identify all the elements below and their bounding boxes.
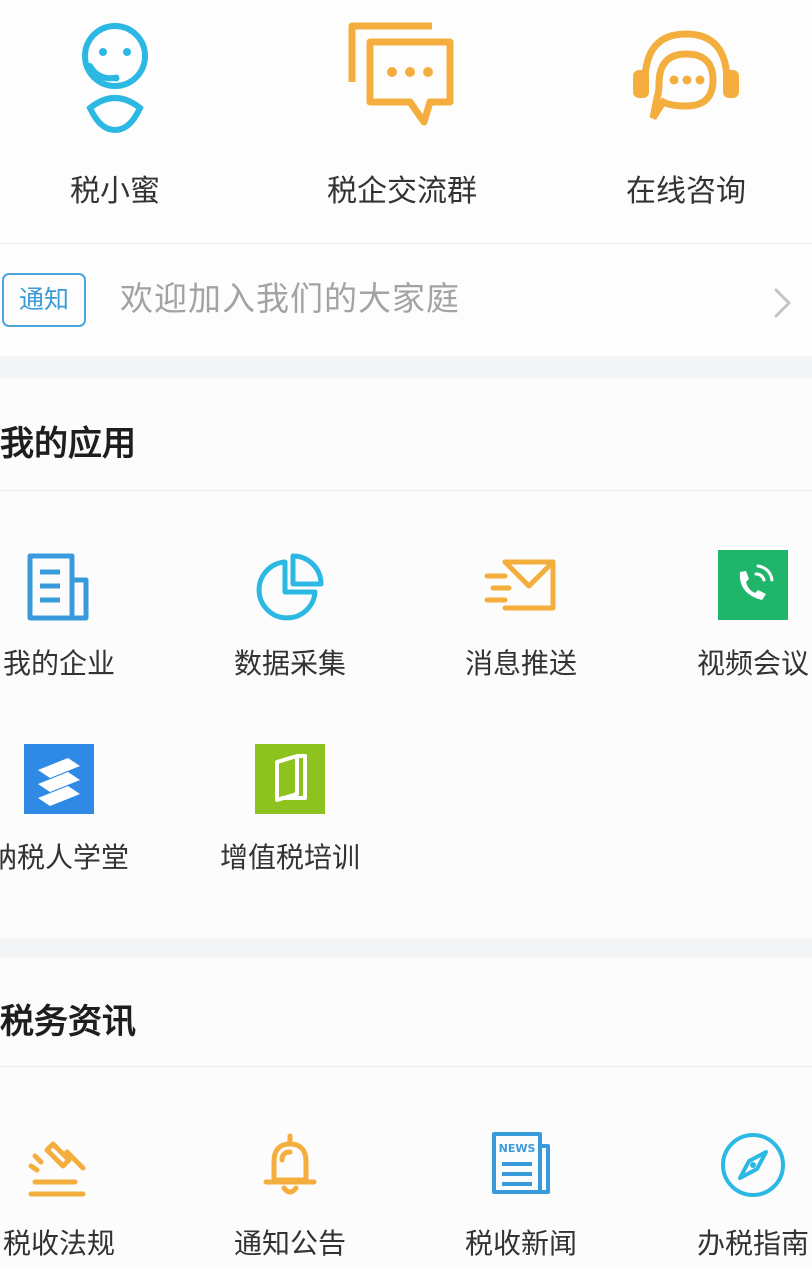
news-label: 税收法规	[2, 1227, 115, 1260]
divider	[0, 490, 812, 491]
app-label: 增值税培训	[219, 841, 360, 874]
video-call-icon	[718, 550, 788, 624]
newspaper-icon: NEWS	[490, 1130, 552, 1200]
notice-text: 欢迎加入我们的大家庭	[120, 279, 460, 318]
top-services-row: 税小蜜 税企交流群 在线咨询	[0, 0, 812, 243]
app-label: 视频会议	[696, 647, 809, 680]
my-apps-title: 我的应用	[0, 424, 136, 464]
notice-badge: 通知	[2, 273, 86, 327]
book-icon	[255, 744, 325, 818]
app-home-page: 税小蜜 税企交流群 在线咨询 通知 欢迎加入我们的大家庭 我的应用 我的企业 数…	[0, 0, 812, 1269]
send-mail-icon	[483, 550, 559, 624]
tax-news-title: 税务资讯	[0, 1002, 136, 1042]
section-gap	[0, 938, 812, 958]
compass-icon	[718, 1130, 788, 1204]
notice-bar[interactable]: 通知 欢迎加入我们的大家庭	[0, 244, 812, 356]
bell-icon	[260, 1130, 320, 1204]
chat-group-icon	[344, 18, 460, 134]
enterprise-document-icon	[24, 550, 94, 630]
news-icon-text: NEWS	[499, 1142, 536, 1155]
divider	[0, 1066, 812, 1067]
section-gap	[0, 356, 812, 378]
headset-chat-icon	[627, 18, 745, 134]
app-label: 我的企业	[2, 647, 115, 680]
gavel-icon	[23, 1130, 95, 1204]
robot-assistant-icon	[70, 18, 160, 142]
app-label: 纳税人学堂	[0, 841, 129, 874]
chevron-right-icon	[772, 286, 794, 324]
pie-chart-icon	[253, 550, 327, 628]
news-label: 通知公告	[233, 1227, 346, 1260]
service-label: 在线咨询	[626, 174, 746, 209]
service-label: 税企交流群	[327, 174, 477, 209]
news-label: 办税指南	[696, 1227, 809, 1260]
news-label: 税收新闻	[464, 1227, 577, 1260]
school-logo-icon	[24, 744, 94, 818]
app-label: 消息推送	[464, 647, 577, 680]
app-label: 数据采集	[233, 647, 346, 680]
service-label: 税小蜜	[70, 174, 160, 209]
